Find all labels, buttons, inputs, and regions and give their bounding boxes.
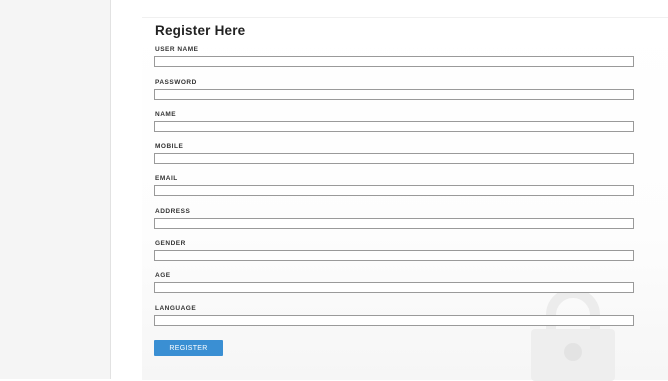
sidebar [0, 0, 111, 379]
username-label: USER NAME [155, 46, 199, 53]
password-input[interactable] [154, 89, 634, 100]
register-form-panel: Register Here USER NAME PASSWORD NAME MO… [142, 17, 668, 381]
age-label: AGE [155, 272, 171, 279]
mobile-input[interactable] [154, 153, 634, 164]
age-input[interactable] [154, 282, 634, 293]
form-title: Register Here [155, 23, 246, 38]
gender-label: GENDER [155, 240, 186, 247]
language-input[interactable] [154, 315, 634, 326]
name-input[interactable] [154, 121, 634, 132]
username-input[interactable] [154, 56, 634, 67]
address-input[interactable] [154, 218, 634, 229]
language-label: LANGUAGE [155, 305, 197, 312]
email-label: EMAIL [155, 175, 178, 182]
email-input[interactable] [154, 185, 634, 196]
padlock-icon [531, 289, 615, 381]
gender-input[interactable] [154, 250, 634, 261]
register-button[interactable]: REGISTER [154, 340, 223, 356]
address-label: ADDRESS [155, 208, 191, 215]
password-label: PASSWORD [155, 79, 197, 86]
name-label: NAME [155, 111, 177, 118]
mobile-label: MOBILE [155, 143, 184, 150]
